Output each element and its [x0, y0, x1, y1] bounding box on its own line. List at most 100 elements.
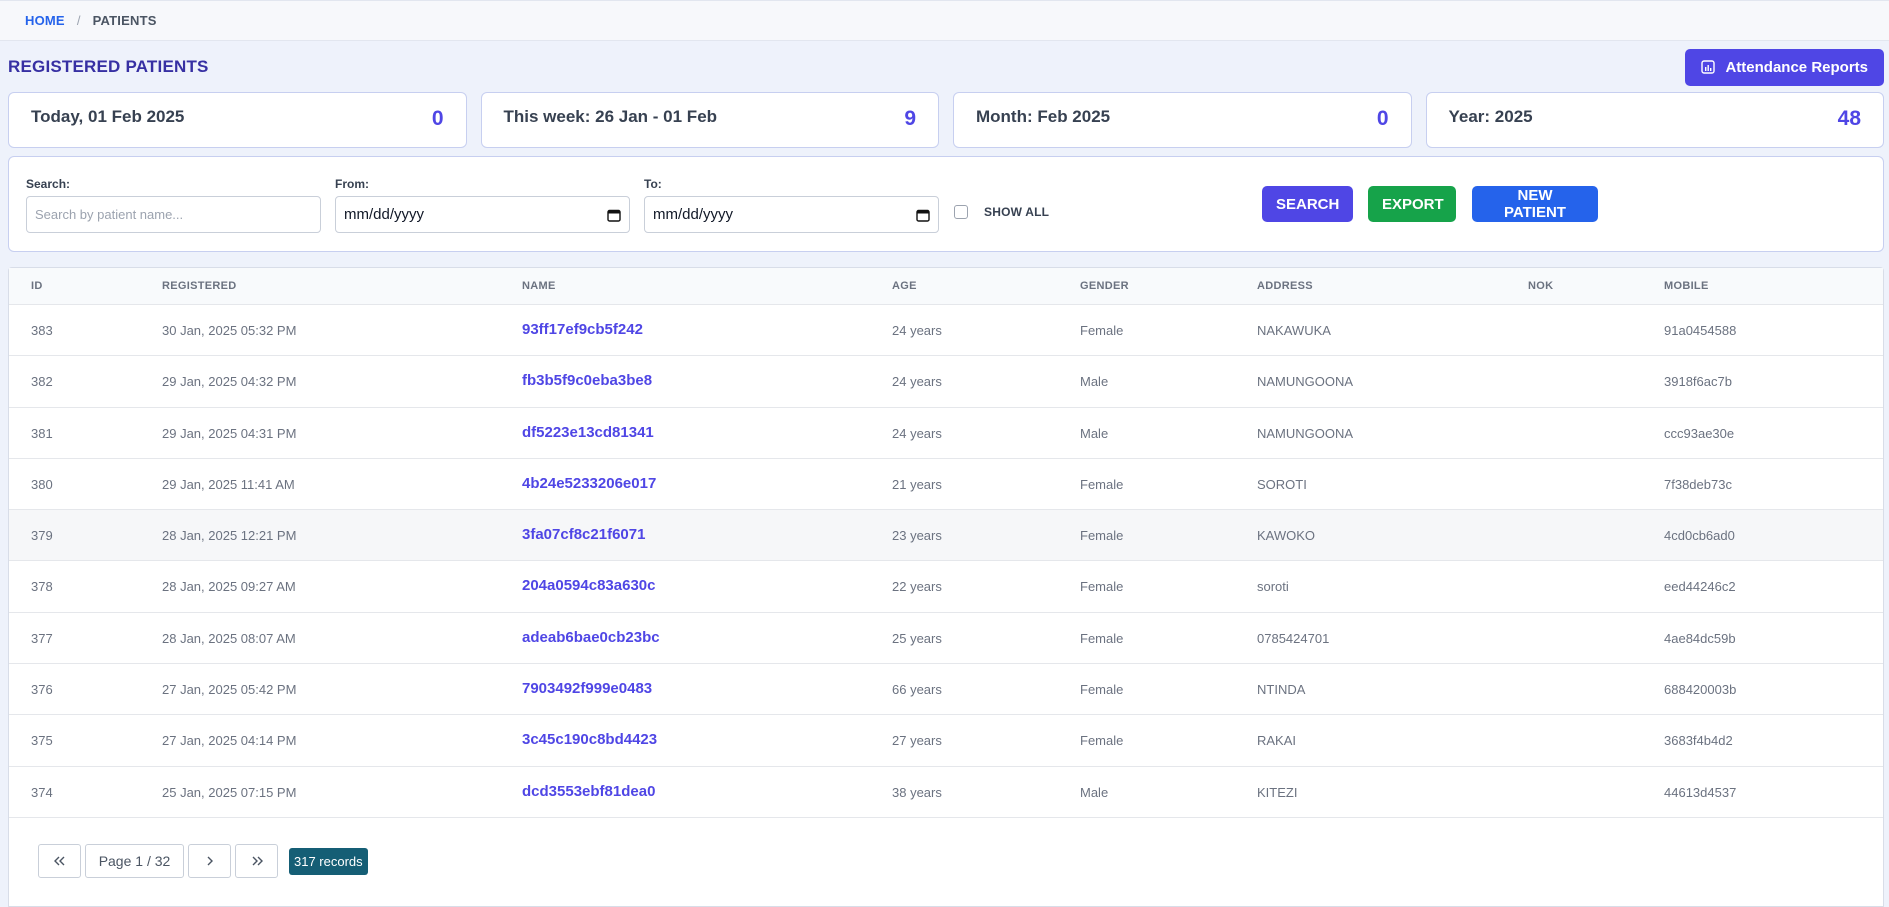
report-chart-icon [1701, 60, 1716, 74]
records-count-badge: 317 records [289, 847, 368, 875]
cell-name[interactable]: 4b24e5233206e017 [522, 475, 656, 492]
cell-name[interactable]: 93ff17ef9cb5f242 [522, 321, 643, 338]
stat-value: 48 [1837, 107, 1861, 130]
column-header-id[interactable]: ID [31, 280, 43, 292]
cell-registered: 25 Jan, 2025 07:15 PM [162, 784, 297, 800]
cell-address: SOROTI [1257, 476, 1307, 492]
stat-value: 0 [431, 107, 444, 130]
cell-id: 379 [31, 528, 53, 544]
cell-age: 24 years [892, 323, 942, 338]
page-title: REGISTERED PATIENTS [8, 57, 209, 76]
show-all-toggle[interactable]: SHOW ALL [954, 205, 1049, 219]
cell-name[interactable]: 3c45c190c8bd4423 [522, 731, 657, 748]
chevron-right-icon [207, 856, 213, 866]
cell-id: 378 [31, 579, 53, 595]
table-row[interactable]: 380 29 Jan, 2025 11:41 AM 4b24e5233206e017… [9, 459, 1883, 511]
cell-gender: Male [1080, 374, 1109, 390]
cell-address: 0785424701 [1257, 630, 1330, 646]
table-row[interactable]: 377 28 Jan, 2025 08:07 AM adeab6bae0cb23bc… [9, 613, 1883, 665]
stats-row: Today, 01 Feb 2025 0 This week: 26 Jan -… [8, 92, 1884, 148]
to-date-value: mm/dd/yyyy [653, 206, 734, 223]
cell-gender: Male [1080, 784, 1109, 800]
column-header-mobile[interactable]: MOBILE [1664, 280, 1709, 292]
table-row[interactable]: 378 28 Jan, 2025 09:27 AM 204a0594c83a630c… [9, 561, 1883, 613]
column-header-registered[interactable]: REGISTERED [162, 280, 237, 292]
cell-mobile: 4cd0cb6ad0 [1664, 528, 1735, 544]
show-all-label: SHOW ALL [984, 205, 1050, 219]
attendance-reports-button[interactable]: Attendance Reports [1685, 48, 1884, 86]
column-header-address[interactable]: ADDRESS [1257, 280, 1313, 292]
stat-label: This week: 26 Jan - 01 Feb [503, 107, 718, 126]
title-row: REGISTERED PATIENTS Attendance Reports [8, 48, 1884, 86]
cell-mobile: 44613d4537 [1664, 784, 1737, 800]
cell-name[interactable]: 3fa07cf8c21f6071 [522, 526, 645, 543]
table-row[interactable]: 379 28 Jan, 2025 12:21 PM 3fa07cf8c21f6071… [9, 510, 1883, 562]
cell-age: 24 years [892, 374, 942, 390]
cell-id: 382 [31, 374, 53, 390]
cell-gender: Female [1080, 733, 1124, 749]
double-chevron-right-icon [252, 856, 263, 866]
cell-mobile: 4ae84dc59b [1664, 630, 1736, 646]
column-header-nok[interactable]: NOK [1528, 280, 1553, 292]
export-button[interactable]: EXPORT [1368, 186, 1456, 222]
table-row[interactable]: 374 25 Jan, 2025 07:15 PM dcd3553ebf81dea0… [9, 767, 1883, 818]
filter-panel: Search: Search by patient name... From: … [8, 156, 1884, 252]
breadcrumb: HOME / PATIENTS [0, 0, 1889, 41]
from-date-input[interactable]: mm/dd/yyyy [335, 196, 630, 233]
search-input[interactable]: Search by patient name... [26, 196, 321, 233]
cell-address: NTINDA [1257, 682, 1306, 698]
double-chevron-left-icon [53, 856, 64, 866]
column-header-name[interactable]: NAME [522, 280, 556, 292]
cell-address: KITEZI [1257, 784, 1298, 800]
first-page-button[interactable] [38, 844, 81, 878]
next-page-button[interactable] [188, 844, 231, 878]
calendar-icon[interactable] [607, 208, 621, 222]
cell-age: 38 years [892, 784, 942, 800]
cell-gender: Female [1080, 323, 1124, 338]
cell-gender: Female [1080, 579, 1124, 595]
cell-registered: 29 Jan, 2025 04:31 PM [162, 425, 297, 441]
stat-label: Year: 2025 [1448, 107, 1533, 126]
cell-mobile: 91a0454588 [1664, 323, 1737, 338]
table-row[interactable]: 381 29 Jan, 2025 04:31 PM df5223e13cd81341… [9, 408, 1883, 459]
breadcrumb-home-link[interactable]: HOME [25, 13, 65, 28]
table-header: ID REGISTERED NAME AGE GENDER ADDRESS NO… [9, 268, 1883, 305]
cell-registered: 28 Jan, 2025 08:07 AM [162, 630, 296, 646]
stat-label: Month: Feb 2025 [976, 107, 1111, 126]
search-button[interactable]: SEARCH [1262, 186, 1353, 222]
new-patient-button[interactable]: NEW PATIENT [1472, 186, 1598, 222]
cell-name[interactable]: adeab6bae0cb23bc [522, 629, 660, 646]
cell-age: 24 years [892, 425, 942, 441]
cell-age: 22 years [892, 579, 942, 595]
stat-label: Today, 01 Feb 2025 [31, 107, 185, 126]
cell-address: NAMUNGOONA [1257, 374, 1354, 390]
cell-name[interactable]: df5223e13cd81341 [522, 424, 654, 441]
cell-address: KAWOKO [1257, 528, 1316, 544]
cell-mobile: 7f38deb73c [1664, 476, 1732, 492]
cell-name[interactable]: 7903492f999e0483 [522, 680, 652, 697]
to-date-input[interactable]: mm/dd/yyyy [644, 196, 939, 233]
table-row[interactable]: 383 30 Jan, 2025 05:32 PM 93ff17ef9cb5f242… [9, 305, 1883, 357]
breadcrumb-current: PATIENTS [92, 13, 157, 28]
cell-age: 25 years [892, 630, 942, 646]
column-header-age[interactable]: AGE [892, 280, 917, 292]
table-row[interactable]: 382 29 Jan, 2025 04:32 PM fb3b5f9c0eba3be8… [9, 356, 1883, 408]
breadcrumb-separator: / [76, 13, 81, 28]
cell-name[interactable]: 204a0594c83a630c [522, 577, 655, 594]
cell-name[interactable]: dcd3553ebf81dea0 [522, 783, 655, 800]
stat-card-year: Year: 2025 48 [1425, 92, 1884, 148]
cell-id: 374 [31, 784, 53, 800]
column-header-gender[interactable]: GENDER [1080, 280, 1129, 292]
cell-registered: 28 Jan, 2025 09:27 AM [162, 579, 296, 595]
table-row[interactable]: 376 27 Jan, 2025 05:42 PM 7903492f999e0483… [9, 664, 1883, 716]
table-row[interactable]: 375 27 Jan, 2025 04:14 PM 3c45c190c8bd4423… [9, 715, 1883, 767]
cell-id: 381 [31, 425, 53, 441]
cell-address: soroti [1257, 579, 1289, 595]
cell-name[interactable]: fb3b5f9c0eba3be8 [522, 372, 652, 389]
show-all-checkbox[interactable] [954, 205, 968, 219]
search-label: Search: [26, 177, 71, 191]
cell-registered: 27 Jan, 2025 04:14 PM [162, 733, 297, 749]
calendar-icon[interactable] [916, 208, 930, 222]
cell-gender: Female [1080, 528, 1124, 544]
last-page-button[interactable] [235, 844, 278, 878]
